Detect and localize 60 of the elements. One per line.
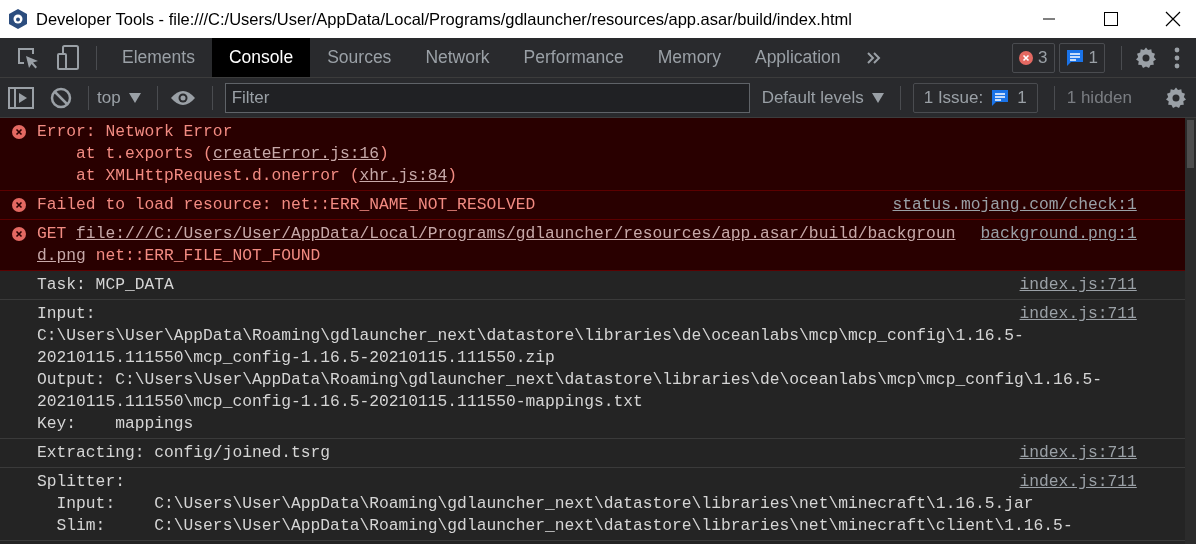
maximize-icon[interactable] <box>1103 11 1119 27</box>
error-icon <box>11 125 26 139</box>
console-message-line: Splitter: <box>37 471 125 493</box>
source-link[interactable]: createError.js:16 <box>212 144 379 163</box>
source-link[interactable]: file:///C:/Users/User/AppData/Local/Programs/gdlauncher/resources/app.asar/build/backgroun <box>76 224 956 243</box>
app-icon <box>8 8 28 30</box>
device-toolbar-icon[interactable] <box>56 44 80 71</box>
message-icon <box>991 88 1010 107</box>
console-message-line: d.png net::ERR_FILE_NOT_FOUND <box>37 245 321 267</box>
console-message-line: Error: Network Error <box>37 121 233 143</box>
settings-icon[interactable] <box>1134 45 1158 70</box>
console-message-line: Input: C:\Users\User\AppData\Roaming\gdlauncher_next\datastore\libraries\net\minecraft\1.16.5.jar <box>55 493 1034 515</box>
panel-tab[interactable]: Console <box>211 38 311 77</box>
clear-console-icon[interactable] <box>50 86 72 109</box>
panel-tab[interactable]: Memory <box>640 38 738 77</box>
console-message-line: 20210115.111550\mcp_config-1.16.5-20210115.111550-mappings.txt <box>37 391 643 413</box>
live-expression-icon[interactable] <box>169 88 196 107</box>
source-link[interactable]: index.js:711 <box>1019 274 1137 296</box>
panel-tab[interactable]: Application <box>737 38 858 77</box>
message-counter[interactable]: 1 <box>1058 42 1105 73</box>
console-message-line: at t.exports (createError.js:16) <box>75 143 389 165</box>
source-link[interactable]: d.png <box>37 246 86 265</box>
log-levels-dropdown[interactable]: Default levels <box>761 84 884 111</box>
context-selector[interactable]: top <box>97 84 141 111</box>
console-message-line: at XMLHttpRequest.d.onerror (xhr.js:84) <box>75 165 458 187</box>
close-icon[interactable] <box>1165 11 1181 27</box>
hidden-count: 1 hidden <box>1066 86 1132 109</box>
console-message-line: Output: C:\Users\User\AppData\Roaming\gdlauncher_next\datastore\libraries\de\oceanlabs\mcp\mcp_config\1.16.5- <box>37 369 1102 391</box>
panel-tab[interactable]: Sources <box>310 38 409 77</box>
console-message-line: 20210115.111550\mcp_config-1.16.5-20210115.111550.zip <box>37 347 555 369</box>
console-message-line: Failed to load resource: net::ERR_NAME_NOT_RESOLVED <box>37 194 536 216</box>
more-tabs-icon[interactable] <box>865 50 882 65</box>
filter-field[interactable]: Filter <box>224 82 750 113</box>
caret-icon <box>128 92 141 103</box>
console-message-line: GET file:///C:/Users/User/AppData/Local/Programs/gdlauncher/resources/app.asar/build/backgroun <box>37 223 956 245</box>
console-settings-icon[interactable] <box>1164 85 1188 110</box>
error-icon <box>11 198 26 212</box>
console-message-line: Input: <box>37 303 96 325</box>
console-message-line: C:\Users\User\AppData\Roaming\gdlauncher_next\datastore\libraries\de\oceanlabs\mcp\mcp_config\1.16.5- <box>37 325 1024 347</box>
issues-button[interactable]: 1 Issue: 1 <box>912 82 1038 113</box>
console-message-line: Task: MCP_DATA <box>37 274 174 296</box>
message-icon <box>1065 48 1084 67</box>
sidebar-toggle-icon[interactable] <box>8 86 34 109</box>
panel-tab[interactable]: Performance <box>506 38 641 77</box>
source-link[interactable]: xhr.js:84 <box>359 166 448 185</box>
inspect-icon[interactable] <box>16 45 40 70</box>
console-message-line: Slim: C:\Users\User\AppData\Roaming\gdlauncher_next\datastore\libraries\net\minecraft\client\1.16.5- <box>55 515 1073 537</box>
error-icon <box>11 227 26 241</box>
source-link[interactable]: index.js:711 <box>1019 442 1137 464</box>
panel-tab[interactable]: Network <box>408 38 507 77</box>
more-options-icon[interactable] <box>1174 45 1180 70</box>
source-link[interactable]: status.mojang.com/check:1 <box>892 194 1137 216</box>
source-link[interactable]: background.png:1 <box>980 223 1137 267</box>
error-icon <box>1019 50 1034 65</box>
caret-icon <box>871 92 884 103</box>
console-message-line: Extracting: config/joined.tsrg <box>37 442 331 464</box>
error-counter[interactable]: 3 <box>1012 42 1055 73</box>
window-title: Developer Tools - file:///C:/Users/User/AppData/Local/Programs/gdlauncher/resources/app.asar/build/index.html <box>36 8 853 30</box>
panel-tab[interactable]: Elements <box>105 38 212 77</box>
console-message-line: Key: mappings <box>37 413 194 435</box>
